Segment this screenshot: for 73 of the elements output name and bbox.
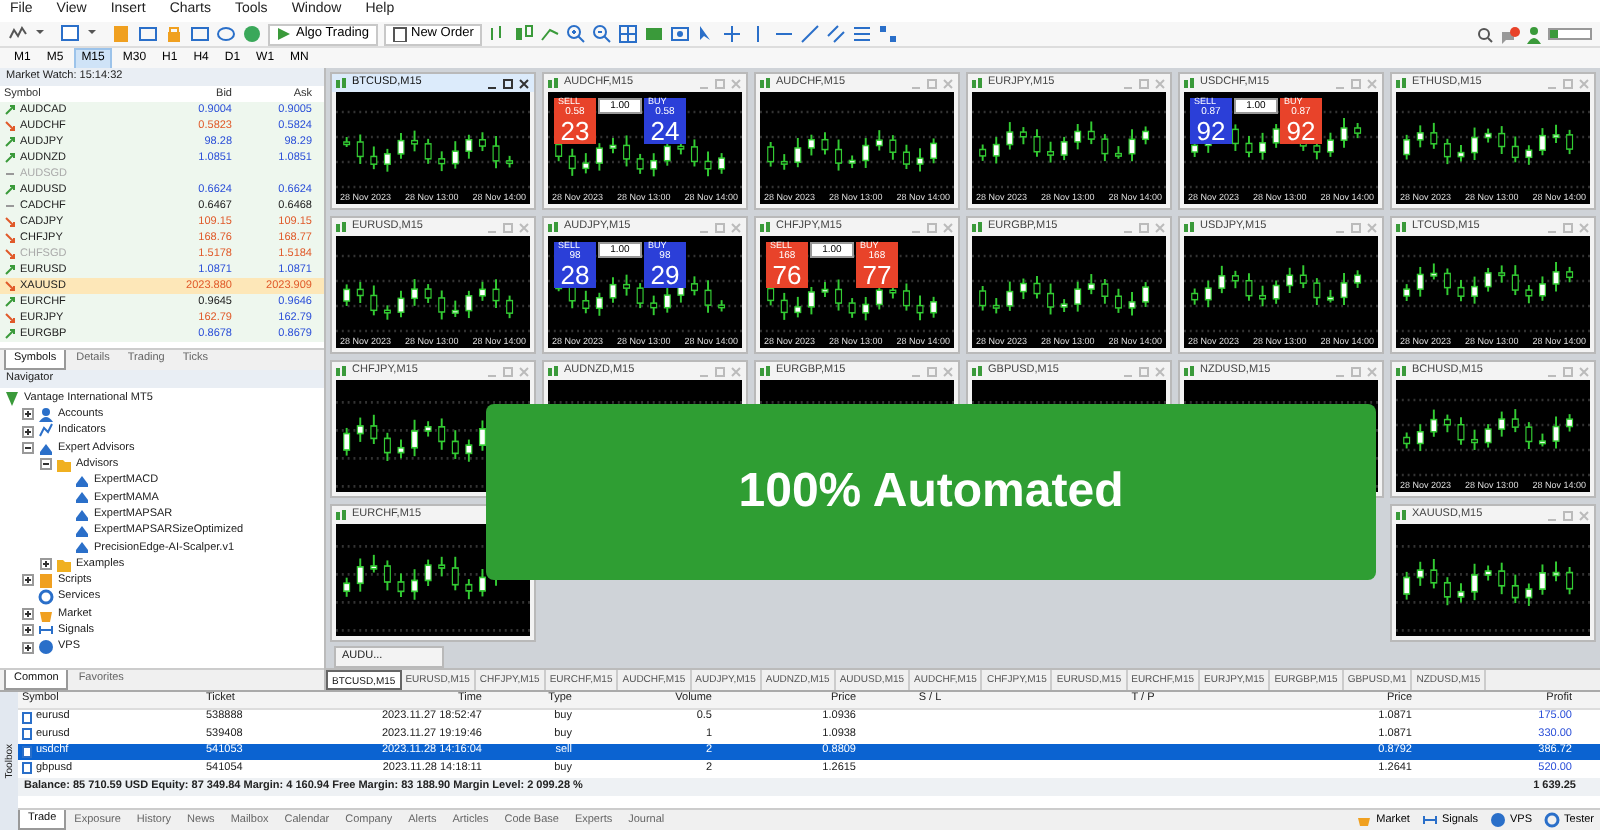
chart-icon: [972, 365, 984, 377]
collapse-icon[interactable]: [40, 458, 52, 471]
collapse-icon[interactable]: [22, 442, 34, 455]
chart-icon: [1396, 509, 1409, 521]
chart-icon: [760, 77, 772, 89]
editor-icon[interactable]: [138, 24, 158, 44]
trend-line-icon[interactable]: [799, 24, 820, 44]
document-icon: [391, 26, 407, 42]
line-icon[interactable]: [539, 24, 560, 44]
padlock-icon[interactable]: [164, 24, 184, 44]
zoom-out-icon[interactable]: [591, 24, 612, 44]
maximize-icon[interactable]: [501, 77, 514, 89]
expand-icon[interactable]: [22, 425, 34, 438]
expand-icon[interactable]: [22, 641, 34, 654]
line-chart-icon[interactable]: [8, 24, 28, 44]
down-arrow-icon: [4, 312, 16, 324]
play-icon: [276, 26, 292, 42]
chart-icon: [972, 77, 984, 89]
user-icon[interactable]: [1526, 25, 1542, 43]
grid-icon[interactable]: [617, 24, 638, 44]
close-icon[interactable]: [517, 77, 530, 89]
up-arrow-icon: [4, 296, 16, 308]
up-arrow-icon: [4, 152, 16, 164]
folder-icon: [56, 455, 72, 474]
screenshot-icon[interactable]: [669, 24, 690, 44]
fibonacci-icon[interactable]: [851, 24, 872, 44]
connection-indicator-icon: [1548, 28, 1592, 40]
up-arrow-icon: [4, 264, 16, 276]
expand-icon[interactable]: [22, 624, 34, 637]
editor-icon[interactable]: [190, 24, 210, 44]
chart-icon: [548, 77, 560, 89]
chart-icon: [972, 221, 984, 233]
up-arrow-icon: [4, 136, 16, 148]
chart-icon: [1396, 365, 1408, 377]
chart-icon: [336, 365, 348, 377]
folder-icon: [56, 555, 72, 574]
chart-icon: [336, 509, 348, 521]
chart-icon: [548, 221, 560, 233]
expand-icon[interactable]: [22, 408, 34, 421]
chart-icon: [336, 221, 348, 233]
down-arrow-icon: [4, 120, 16, 132]
down-arrow-icon: [4, 232, 16, 244]
chart-icon: [760, 365, 772, 377]
expand-icon[interactable]: [22, 608, 34, 620]
dash-icon: [4, 168, 16, 180]
down-arrow-icon: [4, 280, 16, 292]
chart-icon: [1184, 221, 1196, 233]
down-arrow-icon: [4, 216, 16, 228]
window-icon[interactable]: [60, 24, 80, 44]
candlestick-icon[interactable]: [513, 24, 534, 44]
shapes-icon[interactable]: [877, 24, 898, 44]
chart-icon: [336, 77, 348, 89]
indicator-icon: [38, 422, 54, 441]
promo-toast: 100% Automated: [486, 404, 1376, 580]
user-icon: [38, 405, 54, 424]
expand-icon[interactable]: [22, 574, 34, 587]
chart-icon: [760, 221, 772, 233]
chart-icon: [548, 365, 560, 377]
up-arrow-icon: [4, 104, 16, 116]
expand-icon[interactable]: [40, 558, 52, 571]
notification-icon[interactable]: [1500, 25, 1520, 43]
up-arrow-icon: [4, 328, 16, 340]
chart-icon: [1396, 77, 1408, 89]
zoom-in-icon[interactable]: [565, 24, 586, 44]
crosshair-icon[interactable]: [721, 24, 742, 44]
down-arrow-icon: [4, 248, 16, 260]
up-arrow-icon: [4, 184, 16, 196]
dash-icon: [4, 200, 16, 212]
bag-icon: [1356, 812, 1373, 828]
chart-icon: [1396, 221, 1408, 233]
search-icon[interactable]: [1476, 25, 1494, 43]
chart-icon: [1184, 365, 1196, 377]
chart-icon: [1184, 77, 1196, 89]
